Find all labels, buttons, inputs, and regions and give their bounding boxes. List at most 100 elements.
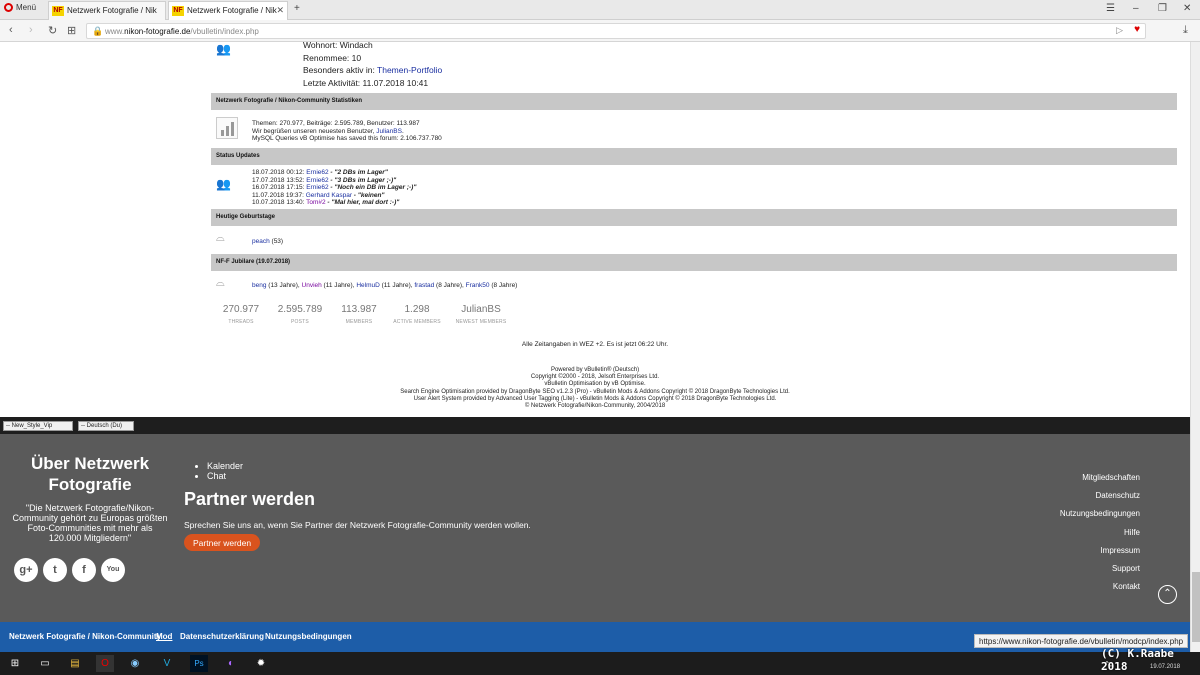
status-user-link[interactable]: Gerhard Kaspar xyxy=(306,192,352,199)
site-footer: Über Netzwerk Fotografie "Die Netzwerk F… xyxy=(0,434,1190,622)
status-item: 18.07.2018 00:12: Ernie62 - "2 DBs im La… xyxy=(252,169,388,176)
footer-link-datenschutz[interactable]: Datenschutzerklärung xyxy=(180,632,264,641)
photoshop-taskbar-icon[interactable]: Ps xyxy=(190,655,208,672)
partner-button[interactable]: Partner werden xyxy=(184,534,261,551)
link-nutzungsbedingungen[interactable]: Nutzungsbedingungen xyxy=(1060,505,1140,523)
browser-nav-bar: ‹ › ↻ ⊞ 🔒 www.nikon-fotografie.de/vbulle… xyxy=(0,20,1200,42)
opera-logo-icon xyxy=(4,3,13,13)
close-window-icon[interactable]: ✕ xyxy=(1183,3,1191,14)
footer-link-nutzungsbedingungen[interactable]: Nutzungsbedingungen xyxy=(265,632,352,641)
youtube-icon[interactable]: You xyxy=(101,558,125,582)
minimize-icon[interactable]: – xyxy=(1133,3,1139,14)
jubilar-user-link[interactable]: HelmuD xyxy=(356,282,379,289)
profile-forum-link[interactable]: Themen-Portfolio xyxy=(377,65,442,75)
tab-label: Netzwerk Fotografie / Nik xyxy=(67,6,157,15)
facebook-icon[interactable]: f xyxy=(72,558,96,582)
vivaldi-taskbar-icon[interactable]: V xyxy=(158,655,176,672)
jubilare-header: NF-F Jubilare (19.07.2018) xyxy=(211,254,1177,271)
statistics-header: Netzwerk Fotografie / Nikon-Community St… xyxy=(211,93,1177,110)
app-taskbar-icon[interactable]: ◐ xyxy=(222,655,240,672)
tab-1[interactable]: NF Netzwerk Fotografie / Nik xyxy=(48,1,166,20)
status-user-link[interactable]: Ernie62 xyxy=(306,184,328,191)
link-kontakt[interactable]: Kontakt xyxy=(1060,578,1140,596)
scroll-to-top-icon[interactable]: ⌃ xyxy=(1158,585,1177,604)
footer-selectors-bar: -- New_Style_Vip -- Deutsch (Du) xyxy=(0,417,1190,434)
profile-renommee: Renommee: 10 xyxy=(303,52,362,63)
status-user-link[interactable]: Ernie62 xyxy=(306,177,328,184)
status-item: 17.07.2018 13:52: Ernie62 - "3 DBs im La… xyxy=(252,176,397,184)
twitter-icon[interactable]: t xyxy=(43,558,67,582)
footer-link-mod[interactable]: Mod xyxy=(156,632,172,641)
heart-icon[interactable]: ♥ xyxy=(1134,24,1140,35)
google-plus-icon[interactable]: g+ xyxy=(14,558,38,582)
stats-totals: Themen: 270.977, Beiträge: 2.595.789, Be… xyxy=(252,120,420,127)
about-quote: "Die Netzwerk Fotografie/Nikon-Community… xyxy=(12,503,168,543)
profile-besonders: Besonders aktiv in: Themen-Portfolio xyxy=(303,65,443,75)
browser-tab-bar: Menü NF Netzwerk Fotografie / Nik NF Net… xyxy=(0,0,1200,20)
stats-mysql: MySQL Queries vB Optimise has saved this… xyxy=(252,135,442,142)
brightness-taskbar-icon[interactable]: ✹ xyxy=(252,655,270,672)
speed-dial-icon[interactable]: ⊞ xyxy=(67,24,76,37)
link-datenschutz[interactable]: Datenschutz xyxy=(1060,487,1140,505)
status-updates-header: Status Updates xyxy=(211,148,1177,165)
scrollbar-thumb[interactable] xyxy=(1192,572,1200,642)
taskbar-date: 19.07.2018 xyxy=(1150,664,1181,670)
style-select[interactable]: -- New_Style_Vip xyxy=(3,421,73,431)
browser-taskbar-icon[interactable]: ◉ xyxy=(126,655,144,672)
jubilar-user-link[interactable]: beng xyxy=(252,282,266,289)
quicklink-chat[interactable]: Chat xyxy=(207,471,243,481)
page-scrollbar[interactable] xyxy=(1190,42,1200,652)
site-favicon-icon: NF xyxy=(172,6,184,16)
task-view-icon[interactable]: ▭ xyxy=(36,655,54,672)
newest-member-link[interactable]: JulianBS xyxy=(376,128,402,135)
cake-icon: ⌓ xyxy=(216,277,225,289)
jubilar-user-link[interactable]: Unvieh xyxy=(302,282,322,289)
about-title: Über Netzwerk Fotografie xyxy=(30,454,150,494)
tab-2[interactable]: NF Netzwerk Fotografie / Nik ✕ xyxy=(168,1,288,20)
downloads-icon[interactable]: ⤓ xyxy=(1183,24,1188,37)
footer-right-links: Mitgliedschaften Datenschutz Nutzungsbed… xyxy=(1060,469,1140,596)
link-mitgliedschaften[interactable]: Mitgliedschaften xyxy=(1060,469,1140,487)
users-icon: 👥 xyxy=(216,42,231,56)
status-bar-url: https://www.nikon-fotografie.de/vbulleti… xyxy=(974,634,1189,648)
back-icon[interactable]: ‹ xyxy=(9,24,13,36)
footer-link-home[interactable]: Netzwerk Fotografie / Nikon-Community xyxy=(9,632,161,641)
birthdays-block: ⌓ peach (53) xyxy=(211,226,1177,254)
summary-posts: 2.595.789 POSTS xyxy=(277,304,323,325)
forum-summary: 270.977 THREADS 2.595.789 POSTS 113.987 MEM… xyxy=(211,304,531,334)
file-explorer-icon[interactable]: ▤ xyxy=(66,655,84,672)
new-tab-button[interactable]: + xyxy=(294,3,300,14)
address-bar[interactable]: 🔒 www.nikon-fotografie.de/vbulletin/inde… xyxy=(86,23,1146,39)
opera-taskbar-icon[interactable]: O xyxy=(96,655,114,672)
status-item: 16.07.2018 17:15: Ernie62 - "Noch ein DB… xyxy=(252,184,417,191)
summary-threads: 270.977 THREADS xyxy=(222,304,260,325)
site-favicon-icon: NF xyxy=(52,6,64,16)
status-user-link[interactable]: Tom#2 xyxy=(306,199,326,206)
tab-list-icon[interactable]: ☰ xyxy=(1106,3,1115,14)
footer-quicklinks: Kalender Chat xyxy=(207,461,243,481)
language-select[interactable]: -- Deutsch (Du) xyxy=(78,421,134,431)
maximize-icon[interactable]: ❐ xyxy=(1158,3,1167,14)
reload-icon[interactable]: ↻ xyxy=(48,24,57,37)
jubilare-block: ⌓ beng (13 Jahre), Unvieh (11 Jahre), He… xyxy=(211,271,1177,301)
birthday-user-link[interactable]: peach xyxy=(252,238,270,245)
link-hilfe[interactable]: Hilfe xyxy=(1060,524,1140,542)
status-item: 10.07.2018 13:40: Tom#2 - "Mal hier, mal… xyxy=(252,199,400,206)
browser-menu-button[interactable]: Menü xyxy=(4,3,36,13)
cake-icon: ⌓ xyxy=(216,232,225,244)
profile-wohnort: Wohnort: Windach xyxy=(303,42,373,50)
summary-active-members: 1.298 ACTIVE MEMBERS xyxy=(393,304,441,325)
jubilar-user-link[interactable]: Frank50 xyxy=(466,282,490,289)
link-impressum[interactable]: Impressum xyxy=(1060,542,1140,560)
send-icon[interactable]: ▷ xyxy=(1116,25,1123,36)
forward-icon[interactable]: › xyxy=(29,24,33,36)
jubilar-user-link[interactable]: frastad xyxy=(414,282,434,289)
bar-chart-icon xyxy=(216,117,238,139)
status-item: 11.07.2018 19:37: Gerhard Kaspar - "kein… xyxy=(252,191,385,199)
status-user-link[interactable]: Ernie62 xyxy=(306,169,328,176)
close-tab-icon[interactable]: ✕ xyxy=(276,5,284,16)
stats-newest-member: Wir begrüßen unseren neuesten Benutzer, … xyxy=(252,127,404,135)
link-support[interactable]: Support xyxy=(1060,560,1140,578)
quicklink-kalender[interactable]: Kalender xyxy=(207,461,243,471)
windows-start-icon[interactable]: ⊞ xyxy=(6,655,24,672)
